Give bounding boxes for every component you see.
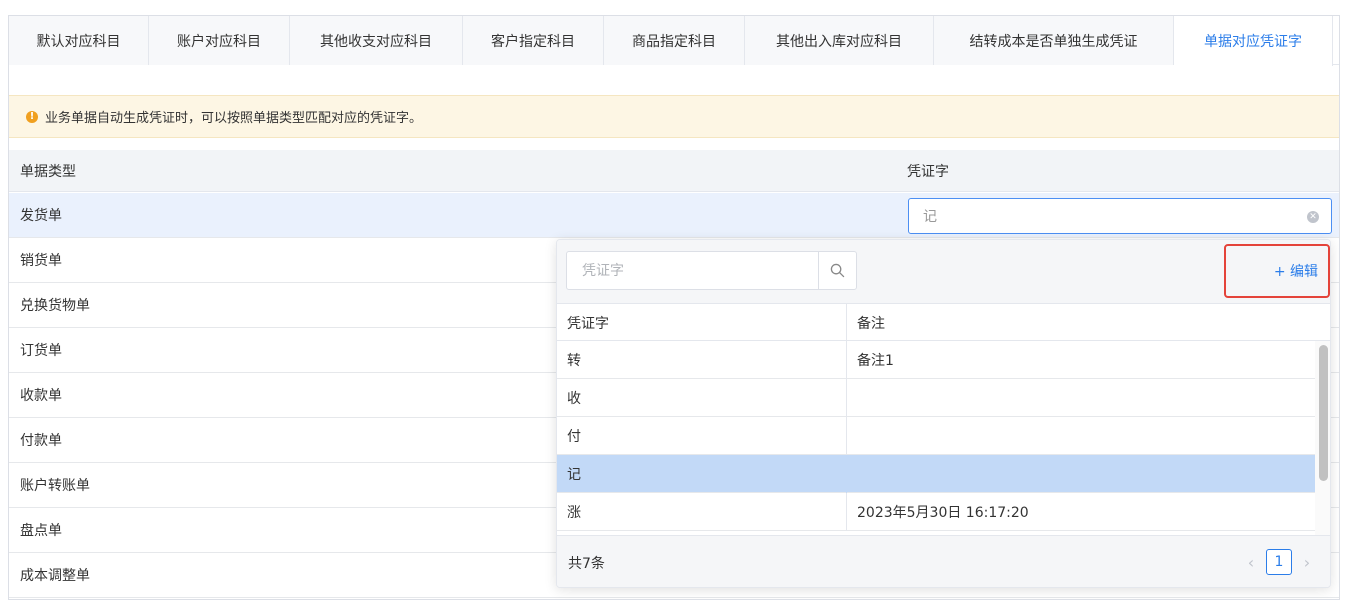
info-notice: ! 业务单据自动生成凭证时，可以按照单据类型匹配对应的凭证字。 (9, 95, 1339, 138)
list-item[interactable]: 付 (557, 417, 1315, 455)
tab-customer-subject[interactable]: 客户指定科目 (463, 16, 604, 65)
doc-type-cell: 成本调整单 (20, 568, 90, 584)
voucher-select[interactable]: 记 ✕ (908, 198, 1332, 234)
column-voucher: 凭证字 (907, 164, 949, 180)
tab-other-inout-subject[interactable]: 其他出入库对应科目 (745, 16, 934, 65)
remark-cell: 备注1 (857, 353, 894, 369)
dropdown-table-body: 转 备注1 收 付 记 涨 2023年5月30日 16:17:20 (557, 341, 1315, 535)
column-divider (846, 379, 847, 417)
doc-type-cell: 发货单 (20, 208, 62, 224)
scrollbar-thumb[interactable] (1319, 345, 1328, 481)
pagination: ‹ 1 › (1244, 549, 1314, 575)
doc-type-cell: 兑换货物单 (20, 298, 90, 314)
dropdown-footer: 共7条 ‹ 1 › (557, 535, 1330, 587)
doc-type-cell: 收款单 (20, 388, 62, 404)
list-item[interactable]: 转 备注1 (557, 341, 1315, 379)
column-divider (846, 341, 847, 379)
table-header: 单据类型 凭证字 (9, 150, 1339, 192)
doc-type-cell: 账户转账单 (20, 478, 90, 494)
settings-panel: 默认对应科目 账户对应科目 其他收支对应科目 客户指定科目 商品指定科目 其他出… (8, 15, 1340, 600)
search-icon (830, 263, 845, 278)
voucher-dropdown: + 编辑 凭证字 备注 转 备注1 收 付 记 (556, 239, 1331, 588)
list-item[interactable]: 收 (557, 379, 1315, 417)
column-divider (846, 417, 847, 455)
voucher-cell: 收 (567, 391, 581, 407)
notice-text: 业务单据自动生成凭证时，可以按照单据类型匹配对应的凭证字。 (45, 111, 423, 126)
column-remark: 备注 (857, 316, 885, 332)
voucher-cell: 转 (567, 353, 581, 369)
voucher-cell: 涨 (567, 505, 581, 521)
doc-type-cell: 付款单 (20, 433, 62, 449)
list-item[interactable]: 涨 2023年5月30日 16:17:20 (557, 493, 1315, 531)
voucher-search-box (566, 251, 857, 290)
warning-icon: ! (26, 110, 38, 123)
tab-other-income-subject[interactable]: 其他收支对应科目 (290, 16, 463, 65)
tab-product-subject[interactable]: 商品指定科目 (604, 16, 745, 65)
doc-type-cell: 销货单 (20, 253, 62, 269)
column-doc-type: 单据类型 (20, 164, 76, 180)
doc-type-cell: 订货单 (20, 343, 62, 359)
remark-cell: 2023年5月30日 16:17:20 (857, 505, 1029, 521)
voucher-cell: 记 (567, 467, 581, 483)
voucher-select-value: 记 (923, 209, 937, 225)
chevron-left-icon[interactable]: ‹ (1244, 553, 1258, 572)
page-number[interactable]: 1 (1266, 549, 1292, 575)
tab-doc-voucher-word[interactable]: 单据对应凭证字 (1174, 16, 1333, 66)
voucher-search-input[interactable] (567, 252, 819, 289)
total-count: 共7条 (568, 556, 605, 572)
edit-button[interactable]: + 编辑 (1224, 244, 1330, 298)
clear-icon[interactable]: ✕ (1307, 211, 1319, 223)
column-voucher-word: 凭证字 (567, 316, 609, 332)
list-item-selected[interactable]: 记 (557, 455, 1315, 493)
column-divider (846, 455, 847, 493)
column-divider (846, 304, 847, 340)
scrollbar-track[interactable] (1315, 341, 1330, 535)
tab-bar: 默认对应科目 账户对应科目 其他收支对应科目 客户指定科目 商品指定科目 其他出… (9, 16, 1339, 66)
dropdown-table-header: 凭证字 备注 (557, 303, 1330, 341)
tab-cost-carryover[interactable]: 结转成本是否单独生成凭证 (934, 16, 1174, 65)
tab-bar-filler (1333, 16, 1339, 64)
chevron-right-icon[interactable]: › (1300, 553, 1314, 572)
dropdown-toolbar: + 编辑 (557, 240, 1330, 303)
table-row[interactable]: 发货单 记 ✕ (9, 193, 1339, 238)
voucher-cell: 付 (567, 429, 581, 445)
tab-default-subject[interactable]: 默认对应科目 (9, 16, 149, 65)
column-divider (846, 493, 847, 531)
tab-account-subject[interactable]: 账户对应科目 (149, 16, 290, 65)
search-button[interactable] (818, 252, 856, 289)
doc-type-cell: 盘点单 (20, 523, 62, 539)
